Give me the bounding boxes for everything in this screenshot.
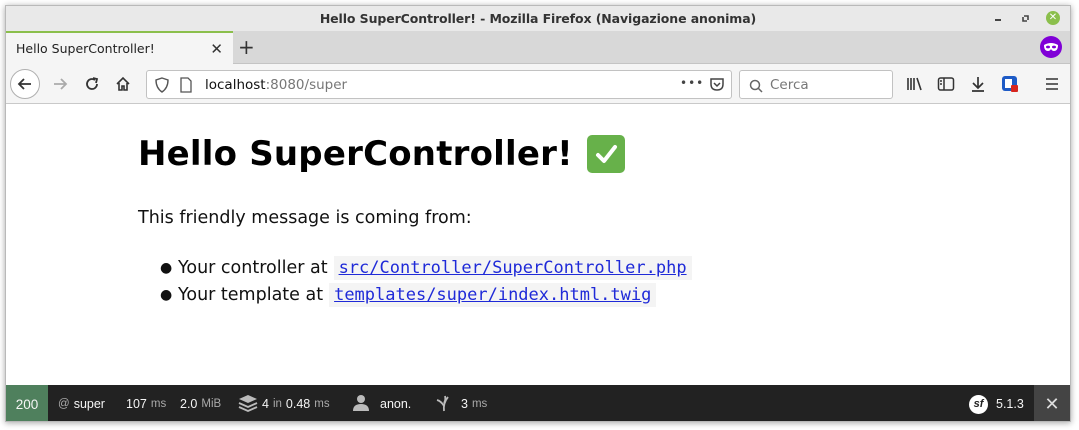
url-bar[interactable]: localhost:8080/super ••• [146, 70, 732, 99]
page-heading: Hello SuperController! [138, 134, 625, 174]
user-name: anon. [380, 397, 412, 411]
window-title: Hello SuperController! - Mozilla Firefox… [319, 11, 757, 26]
twig-icon [435, 394, 451, 415]
maximize-icon[interactable] [1018, 10, 1034, 26]
close-icon[interactable]: ✕ [1046, 11, 1060, 25]
symfony-debug-toolbar: 200 @ super 107 ms 2.0 MiB 4 in 0.48 ms … [6, 385, 1070, 421]
bullet: ● [160, 286, 173, 303]
template-path-link[interactable]: templates/super/index.html.twig [329, 282, 657, 307]
window-controls: ✕ [990, 10, 1060, 26]
symfony-version: 5.1.3 [996, 397, 1024, 411]
cache-time: 0.48 [285, 397, 311, 411]
cache-item[interactable]: 4 in 0.48 ms [238, 385, 330, 421]
twig-time: 3 [461, 397, 468, 411]
minimize-icon[interactable] [990, 10, 1006, 26]
browser-window: Hello SuperController! - Mozilla Firefox… [5, 5, 1071, 422]
navigation-bar: localhost:8080/super ••• Cerca [6, 64, 1070, 104]
toolbar-close-button[interactable]: ✕ [1034, 385, 1070, 421]
tab-strip: Hello SuperController! ✕ + [6, 31, 1070, 64]
bullet: ● [160, 259, 173, 276]
new-tab-button[interactable]: + [238, 36, 255, 58]
url-path: :8080/super [265, 77, 348, 93]
controller-path-link[interactable]: src/Controller/SuperController.php [333, 255, 692, 280]
file-list: ● Your controller at src/Controller/Supe… [160, 254, 692, 308]
back-icon[interactable] [10, 69, 40, 99]
menu-icon[interactable] [1042, 74, 1062, 94]
sidebar-icon[interactable] [936, 74, 956, 94]
memory-unit: MiB [201, 398, 222, 410]
check-mark-icon [586, 135, 625, 173]
tab-close-button[interactable]: ✕ [210, 40, 223, 58]
search-bar[interactable]: Cerca [739, 70, 893, 99]
memory-value: 2.0 [180, 397, 198, 411]
cache-unit: ms [314, 398, 330, 410]
url-host: localhost [205, 77, 266, 93]
memory-item[interactable]: 2.0 MiB [180, 385, 222, 421]
tab-title: Hello SuperController! [16, 41, 155, 56]
time-unit: ms [150, 398, 167, 410]
pocket-icon[interactable] [709, 77, 725, 96]
download-icon[interactable] [968, 74, 988, 94]
route-name: super [73, 397, 105, 411]
route-at: @ [58, 398, 70, 410]
tab-active[interactable]: Hello SuperController! ✕ [6, 31, 233, 64]
reload-icon[interactable] [78, 70, 106, 98]
page-icon[interactable] [180, 77, 192, 97]
home-icon[interactable] [109, 70, 137, 98]
url-text[interactable]: localhost:8080/super [205, 77, 347, 93]
library-icon[interactable] [905, 74, 925, 94]
status-code-badge[interactable]: 200 [6, 385, 48, 421]
page-content: Hello SuperController! This friendly mes… [6, 104, 1070, 385]
symfony-version-item[interactable]: sf 5.1.3 [969, 385, 1024, 421]
twig-unit: ms [471, 398, 488, 410]
twig-item[interactable]: 3 ms [435, 385, 488, 421]
page-actions-icon[interactable]: ••• [680, 76, 704, 90]
search-placeholder: Cerca [770, 77, 809, 93]
extension-icon[interactable] [1000, 74, 1020, 94]
cache-count: 4 [262, 397, 269, 411]
user-icon [352, 394, 370, 415]
private-browsing-icon [1040, 36, 1062, 58]
cache-in: in [272, 398, 282, 410]
controller-label: Your controller at [178, 257, 328, 278]
intro-text: This friendly message is coming from: [138, 208, 472, 228]
heading-text: Hello SuperController! [138, 134, 573, 174]
time-item[interactable]: 107 ms [126, 385, 167, 421]
forward-icon[interactable] [46, 70, 74, 98]
symfony-icon: sf [969, 394, 988, 414]
route-item[interactable]: @ super [58, 385, 105, 421]
time-value: 107 [126, 397, 147, 411]
user-item[interactable]: anon. [352, 385, 412, 421]
search-icon [749, 78, 763, 97]
shield-icon[interactable] [155, 77, 169, 97]
layers-icon [238, 394, 258, 415]
template-label: Your template at [178, 284, 324, 305]
title-bar: Hello SuperController! - Mozilla Firefox… [6, 6, 1070, 31]
list-item-template: ● Your template at templates/super/index… [160, 281, 692, 308]
list-item-controller: ● Your controller at src/Controller/Supe… [160, 254, 692, 281]
